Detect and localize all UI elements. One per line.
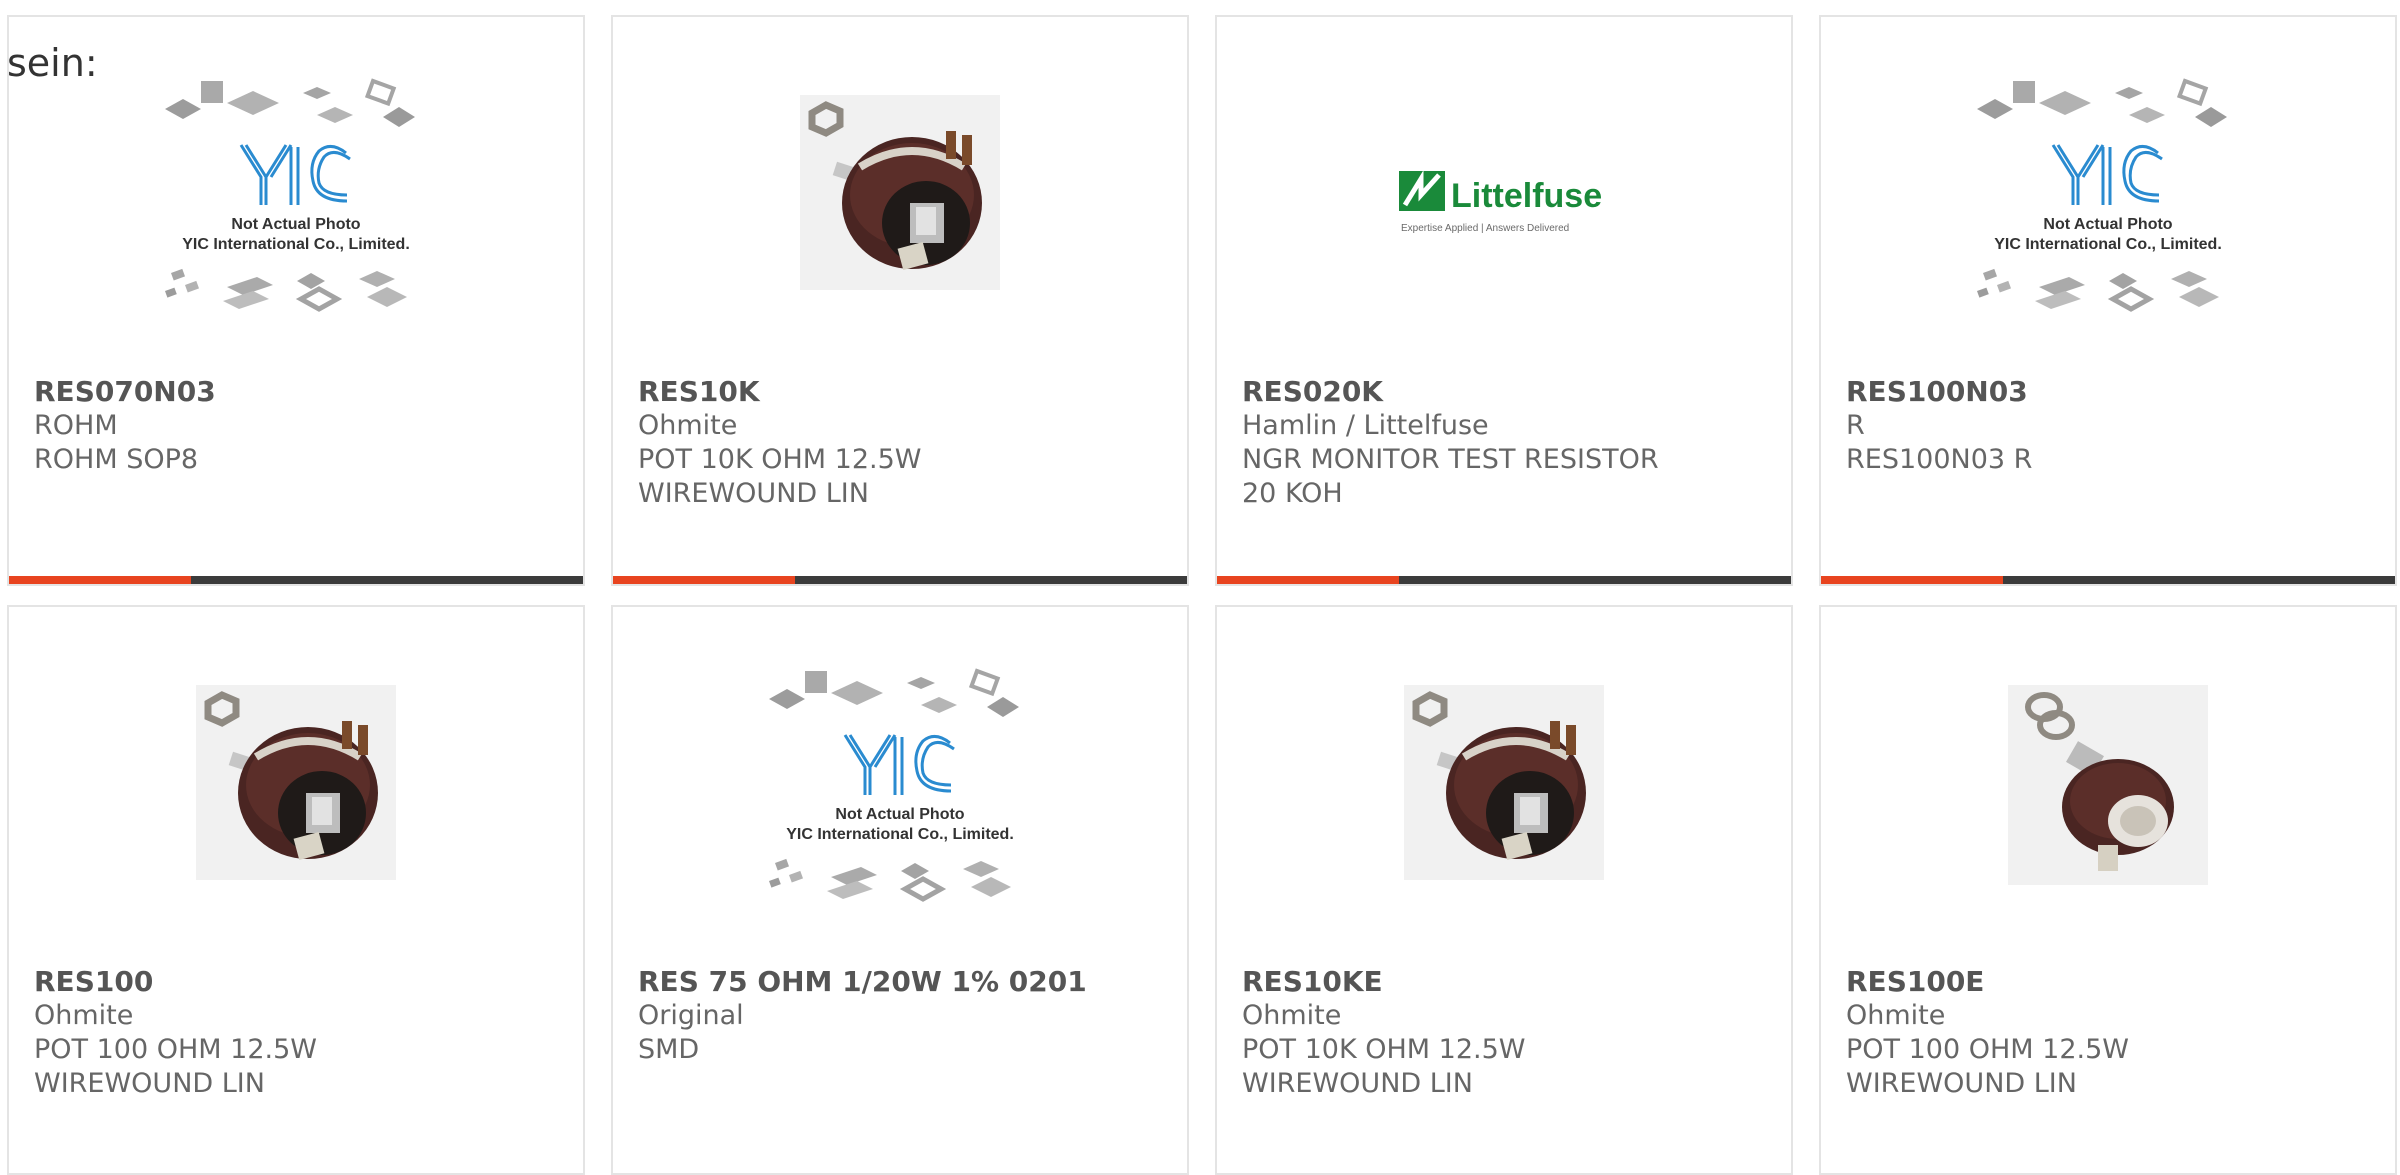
product-card[interactable]: RES100 Ohmite POT 100 OHM 12.5W WIREWOUN… — [7, 605, 585, 1175]
card-bottom-bar — [613, 576, 1187, 584]
card-accent-bar — [613, 576, 795, 584]
product-image-potentiometer-side — [1821, 667, 2395, 967]
card-bottom-bar — [9, 576, 583, 584]
part-number[interactable]: RES10K — [638, 375, 1167, 409]
manufacturer: Original — [638, 1000, 744, 1031]
part-number[interactable]: RES 75 OHM 1/20W 1% 0201 — [638, 965, 1167, 999]
part-number[interactable]: RES070N03 — [34, 375, 563, 409]
description-line-1: POT 100 OHM 12.5W — [1846, 1034, 2129, 1065]
description-line-1: RES100N03 R — [1846, 444, 2033, 475]
product-image-yic-placeholder: Not Actual Photo YIC International Co., … — [9, 77, 583, 377]
littelfuse-logo-icon: Littelfuse Expertise Applied | Answers D… — [1399, 170, 1602, 234]
description-line-1: POT 10K OHM 12.5W — [1242, 1034, 1526, 1065]
description-line-1: ROHM SOP8 — [34, 444, 199, 475]
description-line-1: POT 10K OHM 12.5W — [638, 444, 922, 475]
description-line-2: WIREWOUND LIN — [34, 1068, 265, 1099]
part-number[interactable]: RES100N03 — [1846, 375, 2375, 409]
product-image-potentiometer — [9, 667, 583, 967]
description-line-1: POT 100 OHM 12.5W — [34, 1034, 317, 1065]
product-image-yic-placeholder: Not Actual Photo YIC International Co., … — [1821, 77, 2395, 377]
intro-text: sein: — [7, 41, 98, 85]
manufacturer: Ohmite — [1846, 1000, 1946, 1031]
manufacturer: ROHM — [34, 410, 118, 441]
yic-logo-icon — [2051, 144, 2163, 205]
logo-tagline: Expertise Applied | Answers Delivered — [1401, 223, 1569, 234]
description-line-2: WIREWOUND LIN — [1242, 1068, 1473, 1099]
product-image-potentiometer — [1217, 667, 1791, 967]
product-image-potentiometer — [613, 77, 1187, 377]
part-number[interactable]: RES100 — [34, 965, 563, 999]
photo-text-1: Not Actual Photo — [231, 216, 360, 233]
manufacturer: Ohmite — [34, 1000, 134, 1031]
product-card[interactable]: Not Actual Photo YIC International Co., … — [7, 15, 585, 586]
part-number[interactable]: RES020K — [1242, 375, 1771, 409]
product-image-yic-placeholder: Not Actual Photo YIC International Co., … — [613, 667, 1187, 967]
description-line-1: SMD — [638, 1034, 700, 1065]
description-line-1: NGR MONITOR TEST RESISTOR — [1242, 444, 1659, 475]
card-bottom-bar — [1821, 576, 2395, 584]
photo-text-1: Not Actual Photo — [835, 806, 964, 823]
photo-text-1: Not Actual Photo — [2043, 216, 2172, 233]
card-bottom-bar — [1217, 576, 1791, 584]
card-accent-bar — [1217, 576, 1399, 584]
manufacturer: Hamlin / Littelfuse — [1242, 410, 1489, 441]
product-card[interactable]: Littelfuse Expertise Applied | Answers D… — [1215, 15, 1793, 586]
photo-text-2: YIC International Co., Limited. — [1994, 236, 2222, 253]
part-number[interactable]: RES10KE — [1242, 965, 1771, 999]
card-accent-bar — [1821, 576, 2003, 584]
description-line-2: WIREWOUND LIN — [638, 478, 869, 509]
potentiometer-icon — [800, 95, 1000, 290]
photo-text-2: YIC International Co., Limited. — [786, 826, 1014, 843]
potentiometer-icon — [196, 685, 396, 880]
product-card[interactable]: Not Actual Photo YIC International Co., … — [611, 605, 1189, 1175]
product-card[interactable]: RES10K Ohmite POT 10K OHM 12.5W WIREWOUN… — [611, 15, 1189, 586]
photo-text-2: YIC International Co., Limited. — [182, 236, 410, 253]
product-card[interactable]: RES10KE Ohmite POT 10K OHM 12.5W WIREWOU… — [1215, 605, 1793, 1175]
product-image-littelfuse-logo: Littelfuse Expertise Applied | Answers D… — [1217, 77, 1791, 377]
card-accent-bar — [9, 576, 191, 584]
description-line-2: WIREWOUND LIN — [1846, 1068, 2077, 1099]
manufacturer: R — [1846, 410, 1865, 441]
potentiometer-icon — [1404, 685, 1604, 880]
yic-logo-icon — [843, 734, 955, 795]
potentiometer-side-icon — [2008, 685, 2208, 885]
product-card[interactable]: RES100E Ohmite POT 100 OHM 12.5W WIREWOU… — [1819, 605, 2397, 1175]
manufacturer: Ohmite — [1242, 1000, 1342, 1031]
product-card[interactable]: Not Actual Photo YIC International Co., … — [1819, 15, 2397, 586]
description-line-2: 20 KOH — [1242, 478, 1343, 509]
part-number[interactable]: RES100E — [1846, 965, 2375, 999]
logo-text: Littelfuse — [1451, 177, 1602, 215]
manufacturer: Ohmite — [638, 410, 738, 441]
yic-logo-icon — [239, 144, 351, 205]
